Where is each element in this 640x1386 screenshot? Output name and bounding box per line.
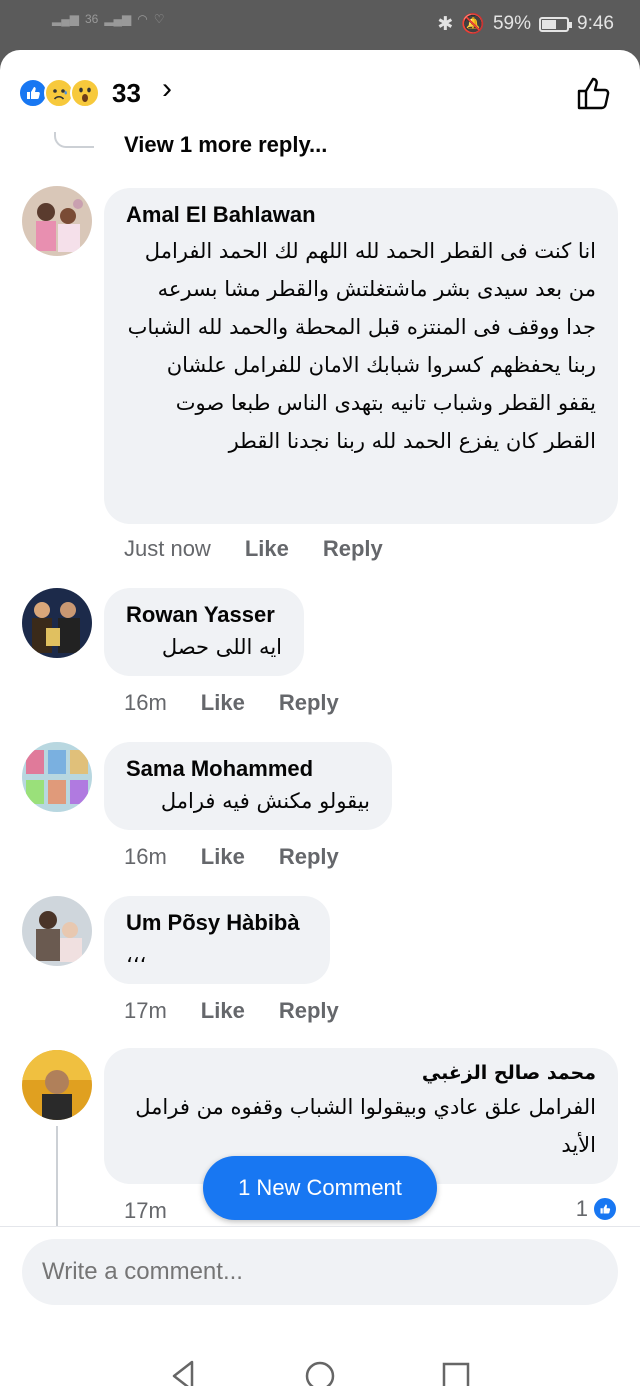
comment-author[interactable]: محمد صالح الزغبي — [126, 1062, 596, 1084]
back-icon[interactable] — [164, 1356, 204, 1386]
like-button[interactable]: Like — [201, 998, 245, 1024]
comment-author[interactable]: Rowan Yasser — [126, 602, 282, 628]
signal-icon-2: ▂▄▆ — [104, 12, 132, 26]
status-bar: ▂▄▆ 36 ▂▄▆ ◠ ♡ ✱ 🔕 59% 9:46 — [0, 0, 640, 50]
avatar[interactable] — [22, 186, 92, 256]
comment-meta: Just now Like Reply — [124, 536, 383, 562]
avatar[interactable] — [22, 896, 92, 966]
network-type: 36 — [84, 12, 99, 26]
comments-sheet: 33 › View 1 more reply... Amal El Bahlaw… — [0, 50, 640, 1386]
reaction-count-value: 1 — [575, 1196, 588, 1221]
comment-bubble[interactable]: Rowan Yasser ايه اللى حصل — [104, 588, 304, 676]
recents-icon[interactable] — [436, 1356, 476, 1386]
comment-bubble[interactable]: Um Põsy Hàbibà ،،، — [104, 896, 330, 984]
new-comment-button[interactable]: 1 New Comment — [203, 1156, 437, 1220]
battery-icon — [539, 16, 573, 32]
like-button[interactable]: Like — [201, 690, 245, 716]
like-button[interactable]: Like — [245, 536, 289, 562]
comment-input[interactable] — [22, 1239, 618, 1305]
thread-line — [56, 1126, 58, 1226]
system-nav-bar — [0, 1326, 640, 1386]
comment-time: 16m — [124, 690, 167, 715]
status-right: ✱ 🔕 59% 9:46 — [437, 12, 614, 36]
battery-percent: 59% — [492, 13, 532, 34]
avatar[interactable] — [22, 1050, 92, 1120]
comment-author[interactable]: Amal El Bahlawan — [126, 202, 596, 228]
reactions-bar[interactable]: 33 › — [0, 50, 640, 140]
comment-text: ايه اللى حصل — [161, 635, 282, 659]
clock: 9:46 — [577, 13, 614, 34]
comment-bubble[interactable]: Amal El Bahlawan انا كنت فى القطر الحمد … — [104, 188, 618, 524]
reaction-count[interactable]: 33 — [112, 78, 141, 109]
mute-icon: 🔕 — [461, 14, 485, 35]
comment-meta: 17m Like Reply — [124, 998, 339, 1024]
comment-time: 16m — [124, 844, 167, 869]
comment-bubble[interactable]: Sama Mohammed بيقولو مكنش فيه فرامل — [104, 742, 392, 830]
comment-time: 17m — [124, 1198, 167, 1223]
signal-icon: ▂▄▆ — [52, 12, 79, 26]
thread-connector — [54, 132, 94, 148]
comment-time: 17m — [124, 998, 167, 1023]
reaction-icons[interactable] — [18, 78, 108, 110]
like-thumb-icon[interactable] — [574, 74, 612, 112]
wow-icon — [70, 78, 100, 108]
like-icon — [592, 1196, 618, 1222]
comment-meta: 16m Like Reply — [124, 690, 339, 716]
view-more-replies-link[interactable]: View 1 more reply... — [124, 132, 327, 158]
comment-meta: 16m Like Reply — [124, 844, 339, 870]
avatar[interactable] — [22, 742, 92, 812]
home-icon[interactable] — [300, 1356, 340, 1386]
reply-button[interactable]: Reply — [279, 690, 339, 716]
comment-reaction-count[interactable]: 1 — [576, 1196, 618, 1222]
reply-button[interactable]: Reply — [279, 844, 339, 870]
comment-meta: 17m — [124, 1198, 167, 1224]
reply-button[interactable]: Reply — [279, 998, 339, 1024]
status-left: ▂▄▆ 36 ▂▄▆ ◠ ♡ — [52, 12, 165, 26]
bluetooth-icon: ✱ — [437, 13, 454, 35]
wifi-icon: ◠ — [137, 12, 148, 26]
avatar[interactable] — [22, 588, 92, 658]
comment-author[interactable]: Sama Mohammed — [126, 756, 370, 782]
comment-time: Just now — [124, 536, 211, 561]
composer-area — [0, 1226, 640, 1326]
reply-button[interactable]: Reply — [323, 536, 383, 562]
comment-text: بيقولو مكنش فيه فرامل — [160, 789, 370, 813]
heart-icon: ♡ — [153, 12, 165, 26]
comment-text: الفرامل علق عادي وبيقولوا الشباب وقفوه م… — [135, 1095, 596, 1157]
comment-text: ،،، — [126, 943, 147, 967]
comment-author[interactable]: Um Põsy Hàbibà — [126, 910, 308, 936]
like-button[interactable]: Like — [201, 844, 245, 870]
comment-text: انا كنت فى القطر الحمد لله اللهم لك الحم… — [127, 239, 596, 453]
chevron-right-icon[interactable]: › — [162, 72, 172, 106]
